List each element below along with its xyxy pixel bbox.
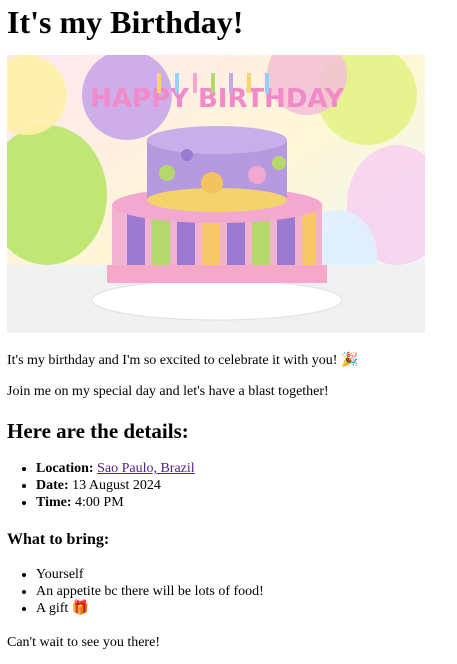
bring-item: A gift 🎁 [36, 600, 264, 617]
intro-text: It's my birthday and I'm so excited to c… [7, 353, 359, 368]
bring-list: Yourself An appetite bc there will be lo… [0, 566, 264, 617]
outro-text: Can't wait to see you there! [7, 635, 160, 650]
details-item-location: Location: Sao Paulo, Brazil [36, 460, 195, 477]
bring-heading: What to bring: [7, 531, 110, 548]
location-link[interactable]: Sao Paulo, Brazil [97, 461, 195, 476]
hero-image: HAPPY BIRTHDAY [7, 55, 425, 333]
date-label: Date: [36, 478, 69, 493]
page-title: It's my Birthday! [7, 4, 244, 40]
details-list: Location: Sao Paulo, Brazil Date: 13 Aug… [0, 460, 195, 511]
cake-topper-text: HAPPY BIRTHDAY [90, 84, 345, 114]
location-label: Location: [36, 461, 94, 476]
details-item-time: Time: 4:00 PM [36, 494, 195, 511]
time-label: Time: [36, 495, 72, 510]
birthday-cake-illustration: HAPPY BIRTHDAY [7, 55, 425, 333]
bring-item: An appetite bc there will be lots of foo… [36, 583, 264, 600]
details-heading: Here are the details: [7, 419, 189, 443]
bring-item: Yourself [36, 566, 264, 583]
invite-text: Join me on my special day and let's have… [7, 384, 329, 399]
time-value: 4:00 PM [75, 495, 124, 510]
details-item-date: Date: 13 August 2024 [36, 477, 195, 494]
date-value: 13 August 2024 [72, 478, 161, 493]
